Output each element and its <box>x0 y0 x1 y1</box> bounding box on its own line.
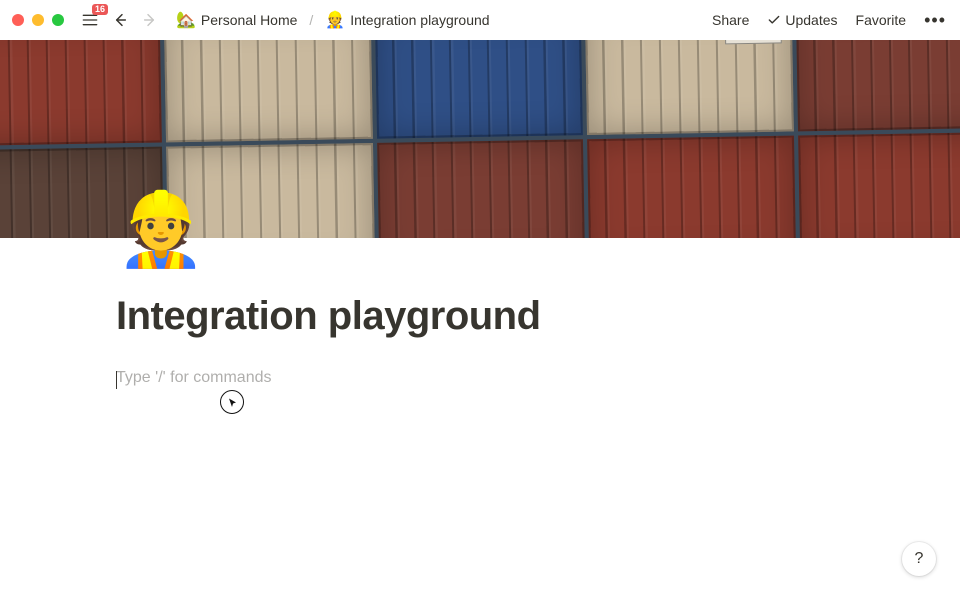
more-menu-button[interactable]: ••• <box>922 7 948 33</box>
help-label: ? <box>915 550 924 568</box>
hamburger-icon <box>82 13 98 27</box>
container-label: 501 042 9 MSKU 22G1 <box>725 40 782 44</box>
page-body: 👷 Integration playground <box>0 194 960 393</box>
editor-input[interactable] <box>116 369 960 393</box>
cursor-arrow-icon <box>227 397 239 409</box>
topbar: 16 🏡 Personal Home / 👷 Integration playg… <box>0 0 960 40</box>
breadcrumb-label: Integration playground <box>350 12 489 28</box>
nav-back-button[interactable] <box>108 8 132 32</box>
container-label-line: MSKU <box>730 40 753 41</box>
topbar-actions: Share Updates Favorite ••• <box>710 7 948 33</box>
breadcrumb: 🏡 Personal Home / 👷 Integration playgrou… <box>172 8 494 32</box>
window-minimize-button[interactable] <box>32 14 44 26</box>
share-button[interactable]: Share <box>710 8 751 32</box>
sidebar-toggle-button[interactable]: 16 <box>78 8 102 32</box>
breadcrumb-item-integration-playground[interactable]: 👷 Integration playground <box>321 8 493 32</box>
nav-forward-button[interactable] <box>138 8 162 32</box>
text-caret <box>116 371 117 389</box>
help-button[interactable]: ? <box>902 542 936 576</box>
favorite-label: Favorite <box>856 12 907 28</box>
updates-label: Updates <box>785 12 837 28</box>
checkmark-icon <box>767 13 781 27</box>
construction-worker-icon: 👷 <box>325 10 345 30</box>
notification-badge: 16 <box>92 4 108 15</box>
more-dots-icon: ••• <box>924 11 946 29</box>
share-label: Share <box>712 12 749 28</box>
house-icon: 🏡 <box>176 10 196 30</box>
page-title[interactable]: Integration playground <box>116 294 960 339</box>
updates-button[interactable]: Updates <box>765 8 839 32</box>
favorite-button[interactable]: Favorite <box>854 8 909 32</box>
arrow-right-icon <box>142 12 158 28</box>
window-zoom-button[interactable] <box>52 14 64 26</box>
window-close-button[interactable] <box>12 14 24 26</box>
arrow-left-icon <box>112 12 128 28</box>
breadcrumb-label: Personal Home <box>201 12 298 28</box>
editor-block[interactable] <box>116 369 960 393</box>
breadcrumb-item-personal-home[interactable]: 🏡 Personal Home <box>172 8 301 32</box>
window-traffic-lights <box>12 14 64 26</box>
page-icon[interactable]: 👷 <box>116 194 960 266</box>
breadcrumb-separator: / <box>309 12 313 28</box>
cursor-indicator <box>220 390 244 414</box>
